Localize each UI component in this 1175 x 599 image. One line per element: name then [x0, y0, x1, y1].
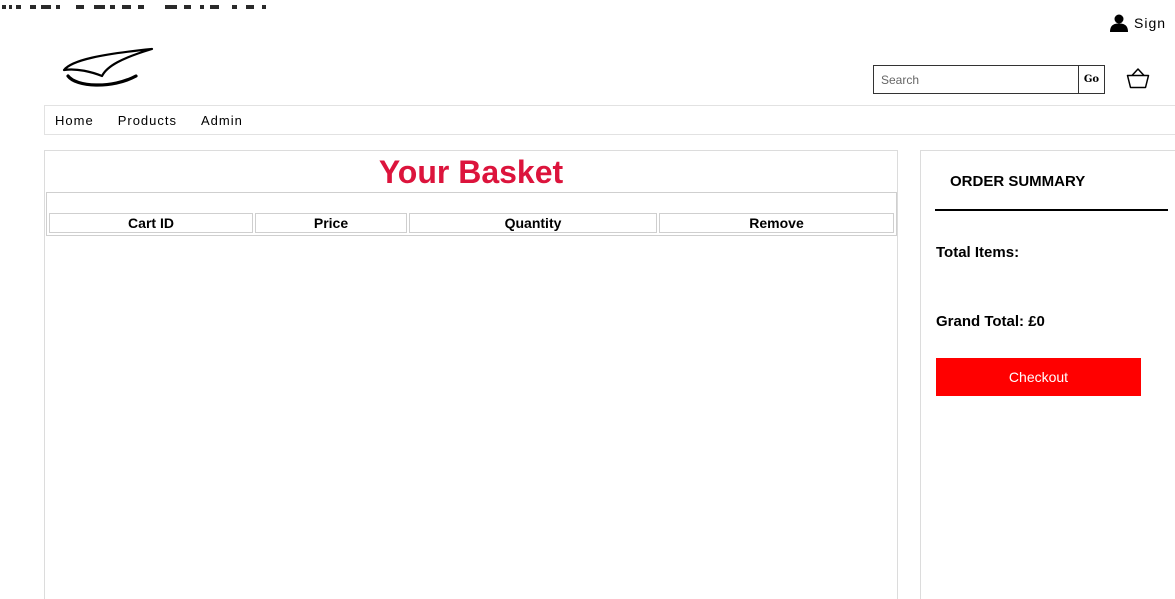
total-items-label: Total Items: — [936, 244, 1020, 261]
basket-title: Your Basket — [378, 154, 564, 190]
search-box: Go — [873, 65, 1105, 94]
grand-total-label: Grand Total: £0 — [936, 313, 1045, 330]
sign-in-label: Sign — [1134, 15, 1167, 31]
header-text-fragment — [0, 0, 270, 10]
table-spacer-row — [49, 195, 894, 211]
column-header-cart-id: Cart ID — [49, 213, 253, 233]
nav-item-home[interactable]: Home — [55, 113, 94, 128]
sign-in-link[interactable]: Sign — [1110, 14, 1166, 32]
basket-panel: Your Basket Cart ID Price Quantity Remov… — [44, 150, 898, 599]
user-icon — [1110, 14, 1128, 32]
column-header-price: Price — [255, 213, 407, 233]
basket-table: Cart ID Price Quantity Remove — [46, 192, 897, 236]
nav-item-admin[interactable]: Admin — [201, 113, 243, 128]
summary-title: ORDER SUMMARY — [950, 173, 1086, 190]
column-header-quantity: Quantity — [409, 213, 657, 233]
search-input[interactable] — [874, 66, 1078, 93]
order-summary-panel: ORDER SUMMARY Total Items: Grand Total: … — [920, 150, 1175, 599]
logo-icon[interactable] — [62, 46, 154, 90]
nav-item-products[interactable]: Products — [118, 113, 177, 128]
basket-icon[interactable] — [1126, 66, 1150, 90]
column-header-remove: Remove — [659, 213, 894, 233]
search-go-button[interactable]: Go — [1078, 66, 1104, 93]
checkout-button[interactable]: Checkout — [936, 358, 1141, 396]
main-nav: Home Products Admin — [44, 105, 1175, 135]
table-header-row: Cart ID Price Quantity Remove — [49, 213, 894, 233]
summary-divider — [935, 209, 1168, 211]
